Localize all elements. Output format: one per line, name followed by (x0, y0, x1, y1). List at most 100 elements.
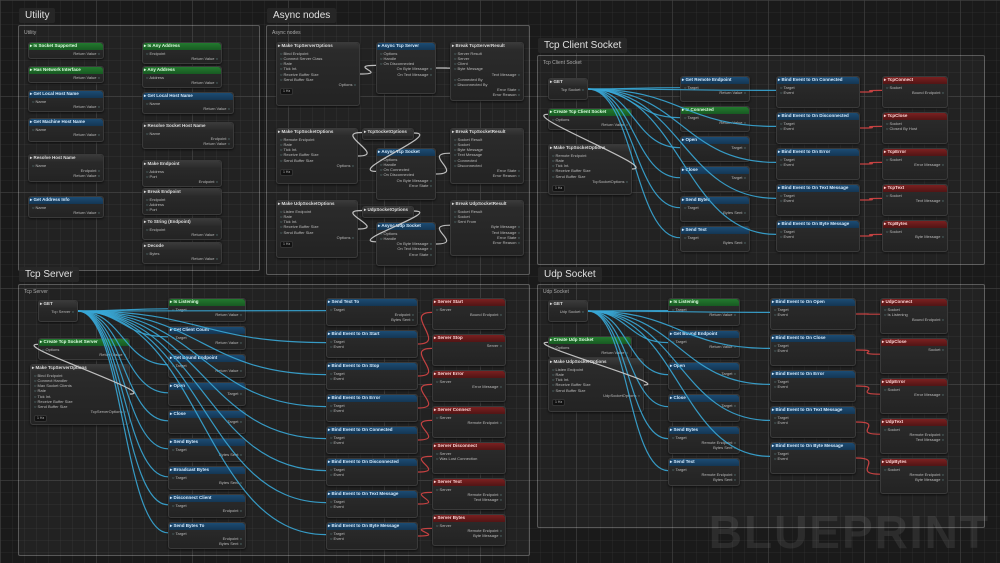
node-udps-c3-0[interactable]: ▸ Bind Event to On OpenTargetEvent (770, 298, 856, 330)
value-pill[interactable]: 1 Hz (34, 415, 47, 422)
node-tcpc-c3-3[interactable]: ▸ Bind Event to On Text MessageTargetEve… (776, 184, 860, 216)
pin[interactable]: Bytes Sent (684, 240, 746, 245)
pin[interactable]: Event (780, 234, 856, 239)
node-tcps-c2-7[interactable]: ▸ Disconnect ClientTargetEndpoint (168, 494, 246, 518)
pin[interactable]: Remote Endpoint (436, 420, 502, 425)
node-a8[interactable]: ▸ Async Udp SocketOptionsHandleOn Byte M… (376, 222, 436, 266)
pin[interactable]: Tcp Server (42, 309, 74, 314)
pin[interactable]: Return Value (32, 132, 100, 137)
pin[interactable]: Was Lost Connection (436, 456, 502, 461)
node-tcps-c4-0[interactable]: ▸ Server StartServerBound Endpoint (432, 298, 506, 330)
pin[interactable]: Return Value (32, 173, 100, 178)
node-udps-c4-4[interactable]: ▸ UdpBytesSocketRemote EndpointByte Mess… (880, 458, 948, 494)
node-tcps-c2-8[interactable]: ▸ Send Bytes ToTargetEndpointBytes Sent (168, 522, 246, 549)
node-a11[interactable]: ▸ Break UdpSocketResultSocket ResultSock… (450, 200, 524, 256)
node-tcpc-c4-2[interactable]: ▸ TcpErrorSocketError Message (882, 148, 948, 180)
value-pill[interactable]: 1 Hz (280, 241, 293, 248)
node-a1[interactable]: ▸ Make TcpServerOptionsBind EndpointConn… (276, 42, 360, 106)
pin[interactable]: Return Value (146, 80, 218, 85)
value-pill[interactable]: 1 Hz (552, 185, 565, 192)
pin[interactable]: Byte Message (436, 533, 502, 538)
pin[interactable]: Event (774, 384, 852, 389)
pin[interactable]: Target (172, 391, 242, 396)
pin[interactable]: Text Message (884, 437, 944, 442)
node-tcpc-c4-4[interactable]: ▸ TcpBytesSocketByte Message (882, 220, 948, 252)
pin[interactable]: Bytes Sent (672, 477, 736, 482)
node-udps-c4-1[interactable]: ▸ UdpCloseSocket (880, 338, 948, 374)
node-udps-c2-1[interactable]: ▸ Get Bound EndpointTargetReturn Value (668, 330, 740, 358)
pin[interactable]: Event (780, 162, 856, 167)
pin[interactable]: Error Reason (454, 240, 520, 245)
node-tcps-c3-5[interactable]: ▸ Bind Event to On DisconnectedTargetEve… (326, 458, 418, 486)
pin[interactable]: Event (330, 344, 414, 349)
pin[interactable]: Options (280, 82, 356, 87)
pin[interactable]: Return Value (684, 90, 746, 95)
node-tcps-c3-6[interactable]: ▸ Bind Event to On Text MessageTargetEve… (326, 490, 418, 518)
node-udps-create[interactable]: ▸ Create Udp SocketOptionsReturn Value (548, 336, 632, 358)
node-udps-c4-2[interactable]: ▸ UdpErrorSocketError Message (880, 378, 948, 414)
pin[interactable]: Text Message (436, 497, 502, 502)
node-tcps-c4-6[interactable]: ▸ Server BytesServerRemote EndpointByte … (432, 514, 506, 546)
pin[interactable]: Return Value (172, 312, 242, 317)
node-tcpc-c2-4[interactable]: ▸ Send BytesTargetBytes Sent (680, 196, 750, 222)
pin[interactable]: Target (672, 371, 736, 376)
value-pill[interactable]: 1 Hz (552, 399, 565, 406)
node-u4[interactable]: ▸ Get Machine Host NameNameReturn Value (28, 118, 104, 142)
pin[interactable]: Return Value (172, 340, 242, 345)
pin[interactable]: Return Value (146, 56, 218, 61)
pin[interactable]: Bytes Sent (330, 317, 414, 322)
pin[interactable]: Bytes Sent (672, 445, 736, 450)
pin[interactable]: Port (146, 207, 218, 212)
node-u5[interactable]: ▸ Resolve Host NameNameEndpointReturn Va… (28, 154, 104, 182)
node-tcps-c4-3[interactable]: ▸ Server ConnectServerRemote Endpoint (432, 406, 506, 438)
pin[interactable]: Event (780, 198, 856, 203)
node-u6[interactable]: ▸ Get Address InfoNameReturn Value (28, 196, 104, 218)
node-tcpc-c2-3[interactable]: ▸ CloseTarget (680, 166, 750, 192)
node-tcps-c3-4[interactable]: ▸ Bind Event to On ConnectedTargetEvent (326, 426, 418, 454)
pin[interactable]: Return Value (146, 256, 218, 261)
node-a6[interactable]: ▸ Async Tcp SocketOptionsHandleOn Connec… (376, 148, 436, 200)
node-a9[interactable]: ▸ Break TcpServerResultServer ResultServ… (450, 42, 524, 101)
pin[interactable]: Error Reason (454, 92, 520, 97)
node-tcps-make[interactable]: ▸ Make TcpServerOptionsBind EndpointConn… (30, 364, 130, 425)
node-u9[interactable]: ▸ Get Local Host NameNameReturn Value (142, 92, 234, 114)
node-tcpc-c3-4[interactable]: ▸ Bind Event to On Byte MessageTargetEve… (776, 220, 860, 252)
pin[interactable]: Target (672, 403, 736, 408)
pin[interactable]: Error State (380, 252, 432, 257)
node-udps-c2-2[interactable]: ▸ OpenTarget (668, 362, 740, 390)
node-tcps-c4-1[interactable]: ▸ Server StopServer (432, 334, 506, 366)
pin[interactable]: Return Value (32, 210, 100, 215)
node-tcps-c3-1[interactable]: ▸ Bind Event to On StartTargetEvent (326, 330, 418, 358)
node-tcpc-src[interactable]: ▸ GETTcp Socket (548, 78, 588, 100)
pin[interactable]: Text Message (886, 198, 944, 203)
pin[interactable]: Event (330, 472, 414, 477)
pin[interactable]: TcpSocketOptions (552, 179, 628, 184)
node-udps-c3-3[interactable]: ▸ Bind Event to On Text MessageTargetEve… (770, 406, 856, 438)
pin[interactable]: Event (780, 126, 856, 131)
node-tcpc-c3-0[interactable]: ▸ Bind Event to On ConnectedTargetEvent (776, 76, 860, 108)
pin[interactable]: Event (330, 408, 414, 413)
pin[interactable]: Endpoint (172, 508, 242, 513)
node-tcps-create[interactable]: ▸ Create Tcp Socket ServerOptionsReturn … (38, 338, 130, 360)
node-tcps-c4-2[interactable]: ▸ Server ErrorServerError Message (432, 370, 506, 402)
pin[interactable]: Return Value (32, 51, 100, 56)
node-tcpc-c3-1[interactable]: ▸ Bind Event to On DisconnectedTargetEve… (776, 112, 860, 144)
pin[interactable]: Return Value (552, 122, 628, 127)
node-tcpc-c2-5[interactable]: ▸ Send TextTargetBytes Sent (680, 226, 750, 252)
pin[interactable]: Tcp Socket (552, 87, 584, 92)
node-tcps-c2-4[interactable]: ▸ CloseTarget (168, 410, 246, 434)
node-udps-c3-2[interactable]: ▸ Bind Event to On ErrorTargetEvent (770, 370, 856, 402)
node-udps-c2-5[interactable]: ▸ Send TextTargetRemote EndpointBytes Se… (668, 458, 740, 486)
pin[interactable]: Bound Endpoint (886, 90, 944, 95)
node-tcpc-c2-0[interactable]: ▸ Get Remote EndpointTargetReturn Value (680, 76, 750, 102)
node-tcps-c2-2[interactable]: ▸ Get Bound EndpointTargetReturn Value (168, 354, 246, 378)
pin[interactable]: Target (684, 145, 746, 150)
pin[interactable]: Endpoint (146, 179, 218, 184)
node-udps-c4-3[interactable]: ▸ UdpTextSocketRemote EndpointText Messa… (880, 418, 948, 454)
node-tcpc-c3-2[interactable]: ▸ Bind Event to On ErrorTargetEvent (776, 148, 860, 180)
node-udps-c3-4[interactable]: ▸ Bind Event to On Byte MessageTargetEve… (770, 442, 856, 474)
node-udps-src[interactable]: ▸ GETUdp Socket (548, 300, 588, 322)
pin[interactable]: Udp Socket (552, 309, 584, 314)
node-tcpc-make[interactable]: ▸ Make TcpSocketOptionsRemote EndpointRa… (548, 144, 632, 195)
node-u2[interactable]: ▸ Has Network InterfaceReturn Value (28, 66, 104, 83)
